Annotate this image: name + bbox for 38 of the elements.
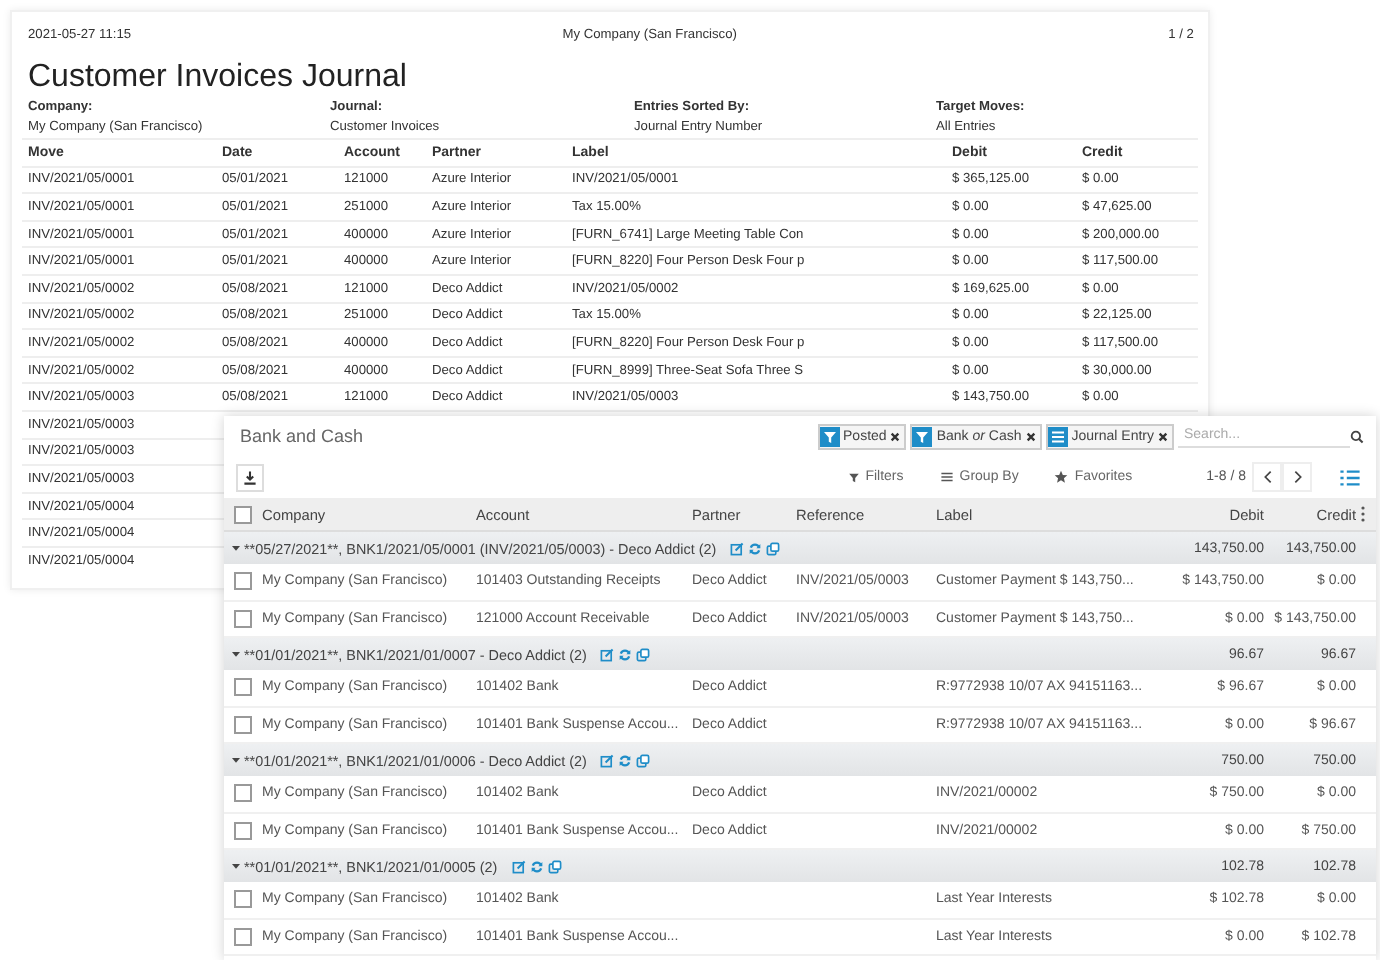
refresh-icon[interactable] — [529, 859, 544, 873]
edit-icon[interactable] — [600, 753, 615, 767]
edit-icon[interactable] — [511, 859, 526, 873]
checkbox[interactable] — [234, 821, 252, 840]
refresh-icon[interactable] — [748, 541, 763, 555]
remove-icon[interactable] — [1158, 431, 1168, 441]
refresh-icon[interactable] — [618, 753, 633, 767]
edit-icon[interactable] — [730, 541, 745, 555]
download-icon — [242, 469, 258, 485]
download-button[interactable] — [236, 463, 264, 491]
checkbox[interactable] — [234, 609, 252, 628]
checkbox[interactable] — [234, 678, 252, 697]
copy-icon[interactable] — [547, 859, 562, 873]
checkbox[interactable] — [234, 505, 252, 523]
copy-icon[interactable] — [636, 753, 651, 767]
chevron-left-icon — [1263, 470, 1271, 484]
refresh-icon[interactable] — [618, 647, 633, 661]
remove-icon[interactable] — [1025, 431, 1036, 441]
star-icon — [1054, 470, 1069, 484]
previous-button[interactable] — [1252, 462, 1282, 492]
options-icon[interactable] — [1360, 506, 1366, 522]
filter-icon — [847, 471, 860, 483]
copy-icon[interactable] — [636, 647, 651, 661]
view-title: Bank and Cash — [240, 426, 364, 446]
chevron-right-icon — [1293, 470, 1301, 484]
checkbox[interactable] — [234, 927, 252, 946]
checkbox[interactable] — [234, 572, 252, 591]
list-view-icon[interactable] — [1340, 469, 1360, 485]
checkbox[interactable] — [234, 890, 252, 909]
checkbox[interactable] — [234, 715, 252, 734]
checkbox[interactable] — [234, 784, 252, 803]
remove-icon[interactable] — [890, 431, 901, 441]
copy-icon[interactable] — [766, 541, 781, 555]
report-title: Customer Invoices Journal — [28, 60, 409, 96]
edit-icon[interactable] — [600, 647, 615, 661]
lines-icon — [939, 470, 954, 484]
next-button[interactable] — [1282, 462, 1312, 492]
search-icon[interactable] — [1350, 429, 1364, 443]
